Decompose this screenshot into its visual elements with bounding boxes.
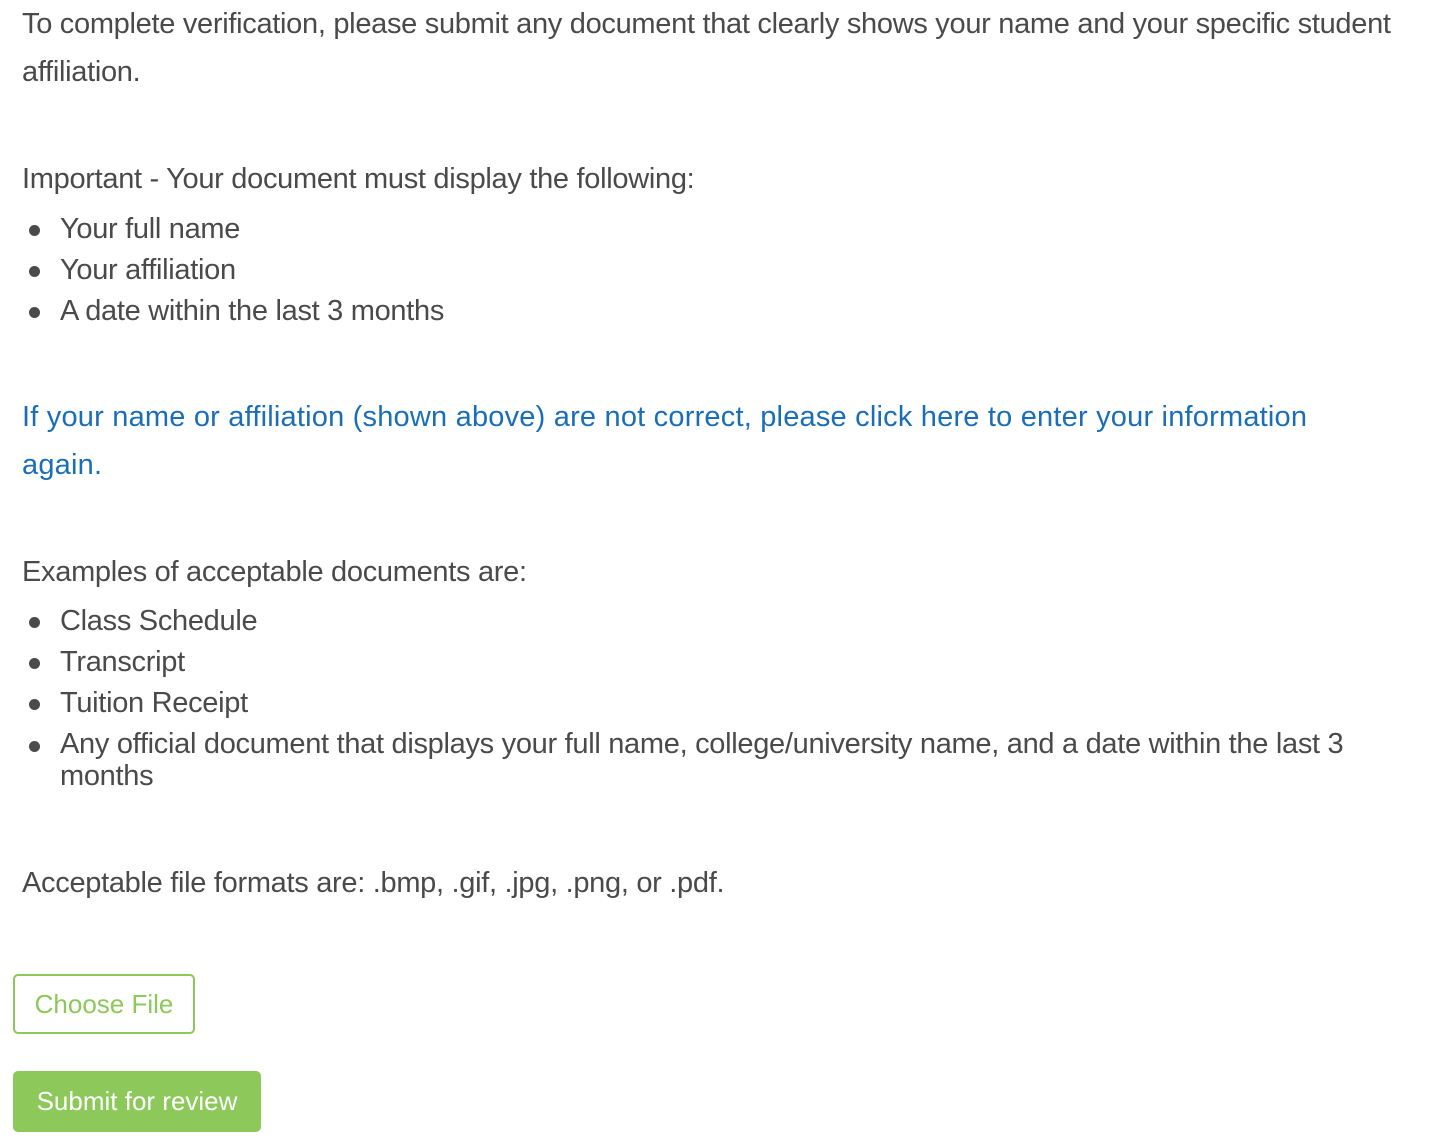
bullet-icon bbox=[29, 225, 40, 236]
re-enter-information-link[interactable]: If your name or affiliation (shown above… bbox=[22, 393, 1342, 489]
list-item: Transcript bbox=[22, 642, 1362, 683]
list-item: A date within the last 3 months bbox=[22, 291, 1362, 332]
list-item-text: Transcript bbox=[60, 646, 185, 678]
list-item: Tuition Receipt bbox=[22, 683, 1362, 724]
bullet-icon bbox=[29, 266, 40, 277]
list-item-text: Your affiliation bbox=[60, 254, 236, 286]
bullet-icon bbox=[29, 658, 40, 669]
bullet-icon bbox=[29, 307, 40, 318]
list-item-text: A date within the last 3 months bbox=[60, 295, 445, 327]
list-item: Any official document that displays your… bbox=[22, 724, 1362, 792]
list-item-text: Class Schedule bbox=[60, 605, 258, 637]
requirements-heading: Important - Your document must display t… bbox=[22, 163, 695, 195]
choose-file-button[interactable]: Choose File bbox=[13, 974, 195, 1034]
bullet-icon bbox=[29, 741, 40, 752]
submit-for-review-button[interactable]: Submit for review bbox=[13, 1071, 261, 1132]
intro-text: To complete verification, please submit … bbox=[22, 8, 1391, 88]
list-item: Class Schedule bbox=[22, 601, 1362, 642]
file-formats-text: Acceptable file formats are: .bmp, .gif,… bbox=[22, 867, 725, 899]
examples-list: Class Schedule Transcript Tuition Receip… bbox=[22, 601, 1362, 792]
list-item-text: Your full name bbox=[60, 213, 241, 245]
requirements-list: Your full name Your affiliation A date w… bbox=[22, 209, 1362, 332]
bullet-icon bbox=[29, 617, 40, 628]
list-item-text: Any official document that displays your… bbox=[60, 728, 1344, 792]
examples-heading: Examples of acceptable documents are: bbox=[22, 556, 527, 588]
list-item-text: Tuition Receipt bbox=[60, 687, 248, 719]
list-item: Your full name bbox=[22, 209, 1362, 250]
bullet-icon bbox=[29, 699, 40, 710]
list-item: Your affiliation bbox=[22, 250, 1362, 291]
